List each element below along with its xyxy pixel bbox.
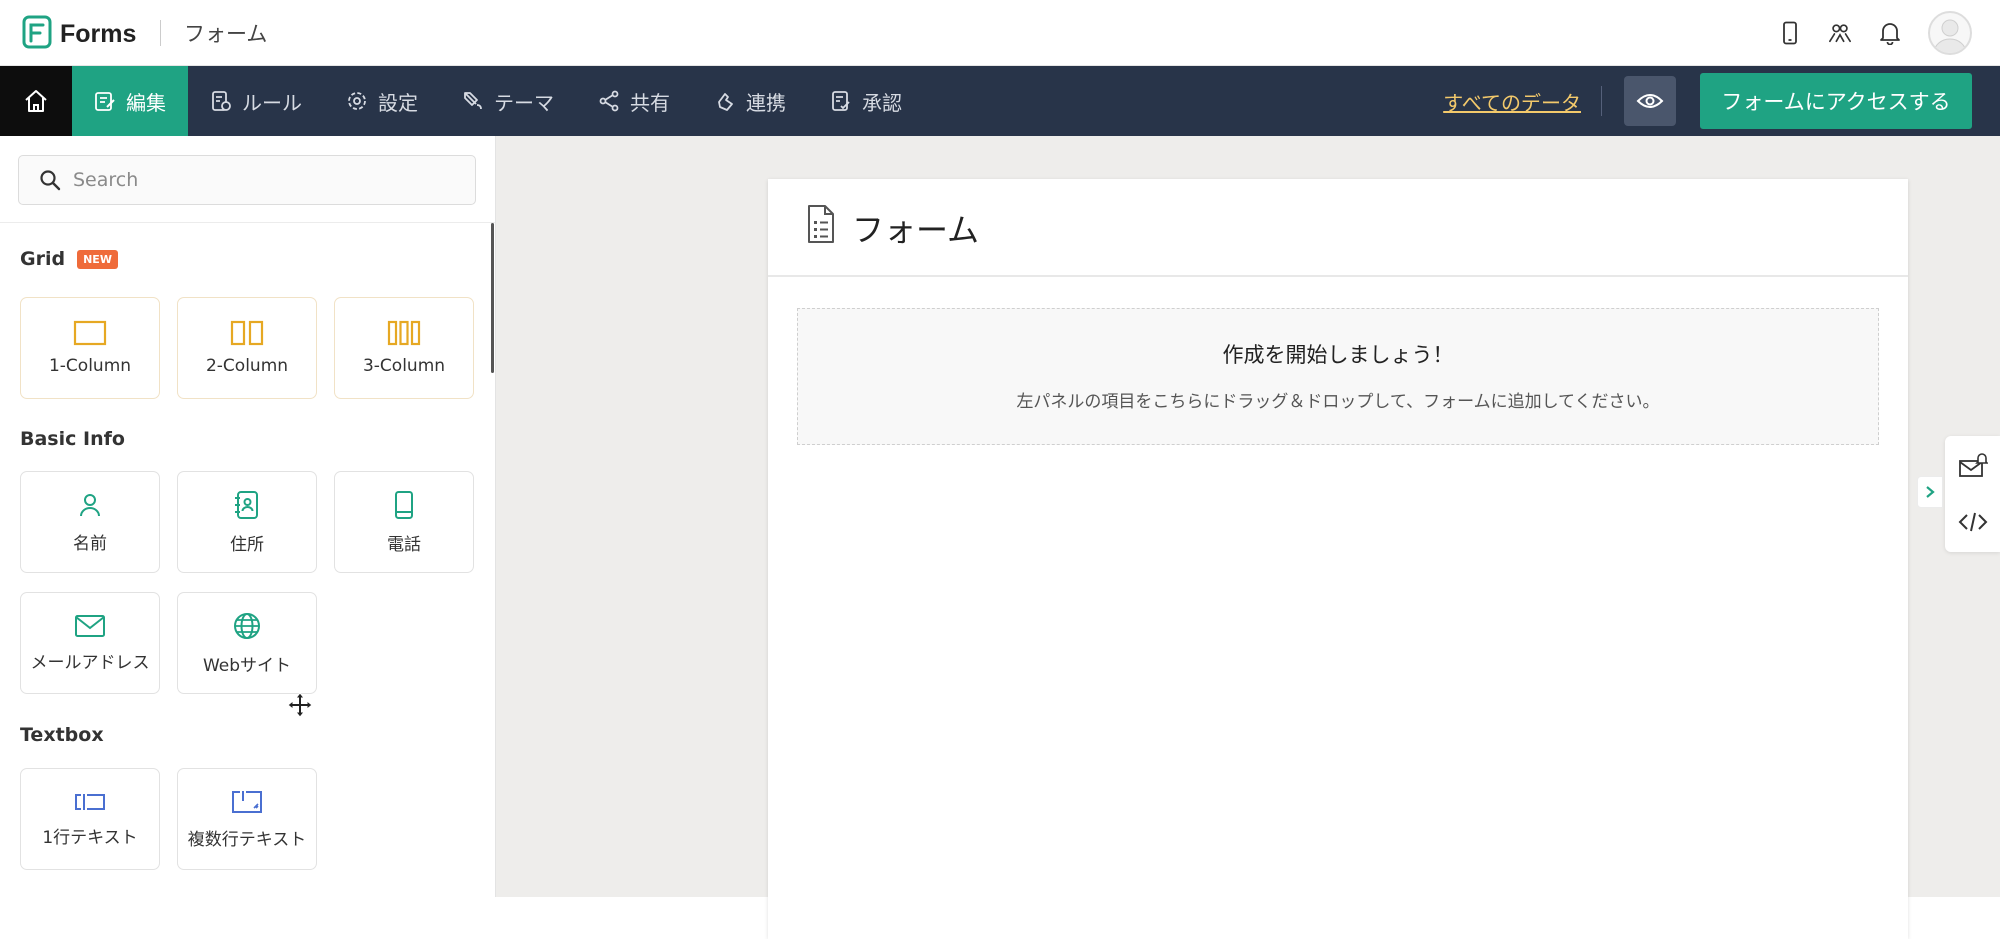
field-3-column-label: 3-Column: [362, 356, 446, 376]
theme-brush-icon: [464, 92, 482, 110]
tab-edit-label: 編集: [126, 90, 166, 115]
section-title-textbox: Textbox: [20, 724, 104, 746]
tab-settings-label: 設定: [378, 90, 418, 115]
field-name[interactable]: 名前: [20, 471, 160, 573]
tab-rules-label: ルール: [242, 90, 302, 115]
nav-divider: [1601, 86, 1602, 116]
field-2-column-label: 2-Column: [205, 356, 289, 376]
code-icon: [1958, 512, 1987, 531]
tab-share-label: 共有: [630, 90, 670, 115]
field-name-label: 名前: [73, 533, 107, 554]
field-website-label: Webサイト: [202, 655, 292, 676]
multi-line-text-icon: [232, 790, 262, 813]
field-multi-line-text-label: 複数行テキスト: [187, 829, 307, 850]
mail-bell-icon: [1958, 452, 1988, 477]
three-column-icon: [387, 320, 421, 346]
preview-button[interactable]: [1624, 76, 1676, 126]
tab-edit[interactable]: 編集: [72, 66, 188, 136]
field-email-label: メールアドレス: [30, 652, 150, 673]
one-column-icon: [73, 320, 107, 346]
section-grid-label: Grid: [20, 248, 66, 270]
tab-rules[interactable]: ルール: [188, 66, 324, 136]
chevron-right-icon: [1926, 486, 1935, 498]
phone-icon: [395, 490, 413, 519]
field-drop-zone[interactable]: 作成を開始しましょう！ 左パネルの項目をこちらにドラッグ＆ドロップして、フォーム…: [797, 308, 1879, 445]
tab-theme[interactable]: テーマ: [440, 66, 576, 136]
field-multi-line-text[interactable]: 複数行テキスト: [177, 768, 317, 870]
form-name-breadcrumb[interactable]: フォーム: [184, 18, 267, 48]
form-header[interactable]: フォーム: [768, 179, 1908, 277]
form-title[interactable]: フォーム: [852, 205, 979, 251]
title-separator: [160, 20, 161, 46]
field-3-column[interactable]: 3-Column: [334, 297, 474, 399]
tab-integrations-label: 連携: [746, 90, 786, 115]
field-palette-sidebar: Grid NEW 1-Column 2-Column 3-Column Basic…: [0, 136, 496, 897]
field-single-line-text-label: 1行テキスト: [42, 827, 138, 848]
field-address-label: 住所: [230, 534, 264, 555]
forms-logo-icon: [22, 15, 52, 53]
globe-icon: [234, 612, 260, 639]
section-title-basic-info: Basic Info: [20, 428, 125, 450]
section-title-grid: Grid NEW: [20, 248, 118, 270]
tab-share[interactable]: 共有: [576, 66, 692, 136]
approval-icon: [832, 91, 850, 111]
address-book-icon: [235, 490, 258, 519]
two-column-icon: [230, 320, 264, 346]
field-1-column[interactable]: 1-Column: [20, 297, 160, 399]
access-form-button[interactable]: フォームにアクセスする: [1700, 73, 1972, 129]
tab-approval[interactable]: 承認: [808, 66, 924, 136]
app-name: Forms: [60, 19, 137, 48]
sidebar-scrollbar[interactable]: [491, 223, 494, 373]
new-badge: NEW: [77, 250, 118, 269]
form-card: フォーム 作成を開始しましょう！ 左パネルの項目をこちらにドラッグ＆ドロップして…: [768, 179, 1908, 939]
tab-theme-label: テーマ: [494, 90, 554, 115]
mobile-preview-icon[interactable]: [1778, 21, 1802, 45]
move-cursor-icon: [287, 692, 313, 718]
person-icon: [80, 493, 100, 516]
single-line-text-icon: [75, 793, 105, 810]
field-address[interactable]: 住所: [177, 471, 317, 573]
tab-integrations[interactable]: 連携: [692, 66, 808, 136]
user-avatar[interactable]: [1928, 11, 1972, 55]
home-button[interactable]: [0, 66, 72, 136]
field-1-column-label: 1-Column: [48, 356, 132, 376]
edit-icon: [95, 92, 115, 111]
drop-zone-subtitle: 左パネルの項目をこちらにドラッグ＆ドロップして、フォームに追加してください。: [1016, 392, 1660, 412]
users-icon[interactable]: [1828, 21, 1852, 45]
search-box[interactable]: [18, 155, 476, 205]
tab-settings[interactable]: 設定: [324, 66, 440, 136]
email-notification-tool[interactable]: [1945, 438, 2000, 493]
field-website[interactable]: Webサイト: [177, 592, 317, 694]
eye-icon: [1636, 94, 1664, 108]
field-email[interactable]: メールアドレス: [20, 592, 160, 694]
app-logo[interactable]: Forms: [22, 15, 136, 53]
field-2-column[interactable]: 2-Column: [177, 297, 317, 399]
integration-icon: [718, 93, 733, 111]
home-icon: [25, 90, 47, 112]
field-single-line-text[interactable]: 1行テキスト: [20, 768, 160, 870]
drop-zone-title: 作成を開始しましょう！: [1222, 343, 1454, 367]
field-phone-label: 電話: [387, 534, 421, 555]
all-data-link[interactable]: すべてのデータ: [1443, 87, 1581, 116]
form-document-icon: [808, 205, 834, 243]
form-builder-canvas: フォーム 作成を開始しましょう！ 左パネルの項目をこちらにドラッグ＆ドロップして…: [496, 136, 2000, 939]
tab-approval-label: 承認: [862, 90, 902, 115]
gear-icon: [348, 92, 366, 110]
collapse-panel-button[interactable]: [1917, 476, 1943, 508]
field-phone[interactable]: 電話: [334, 471, 474, 573]
search-icon: [40, 170, 61, 191]
mail-icon: [75, 614, 105, 637]
side-tools-panel: [1945, 436, 2000, 552]
top-bar: Forms フォーム: [0, 0, 2000, 66]
rules-icon: [212, 91, 231, 111]
notification-bell-icon[interactable]: [1878, 21, 1902, 45]
main-nav-bar: 編集 ルール 設定 テーマ 共有 連携 承認 すべてのデータ フォームにアクセス…: [0, 66, 2000, 136]
share-icon: [599, 90, 619, 112]
embed-code-tool[interactable]: [1945, 494, 2000, 549]
search-divider: [0, 222, 495, 223]
search-input[interactable]: [71, 168, 455, 192]
